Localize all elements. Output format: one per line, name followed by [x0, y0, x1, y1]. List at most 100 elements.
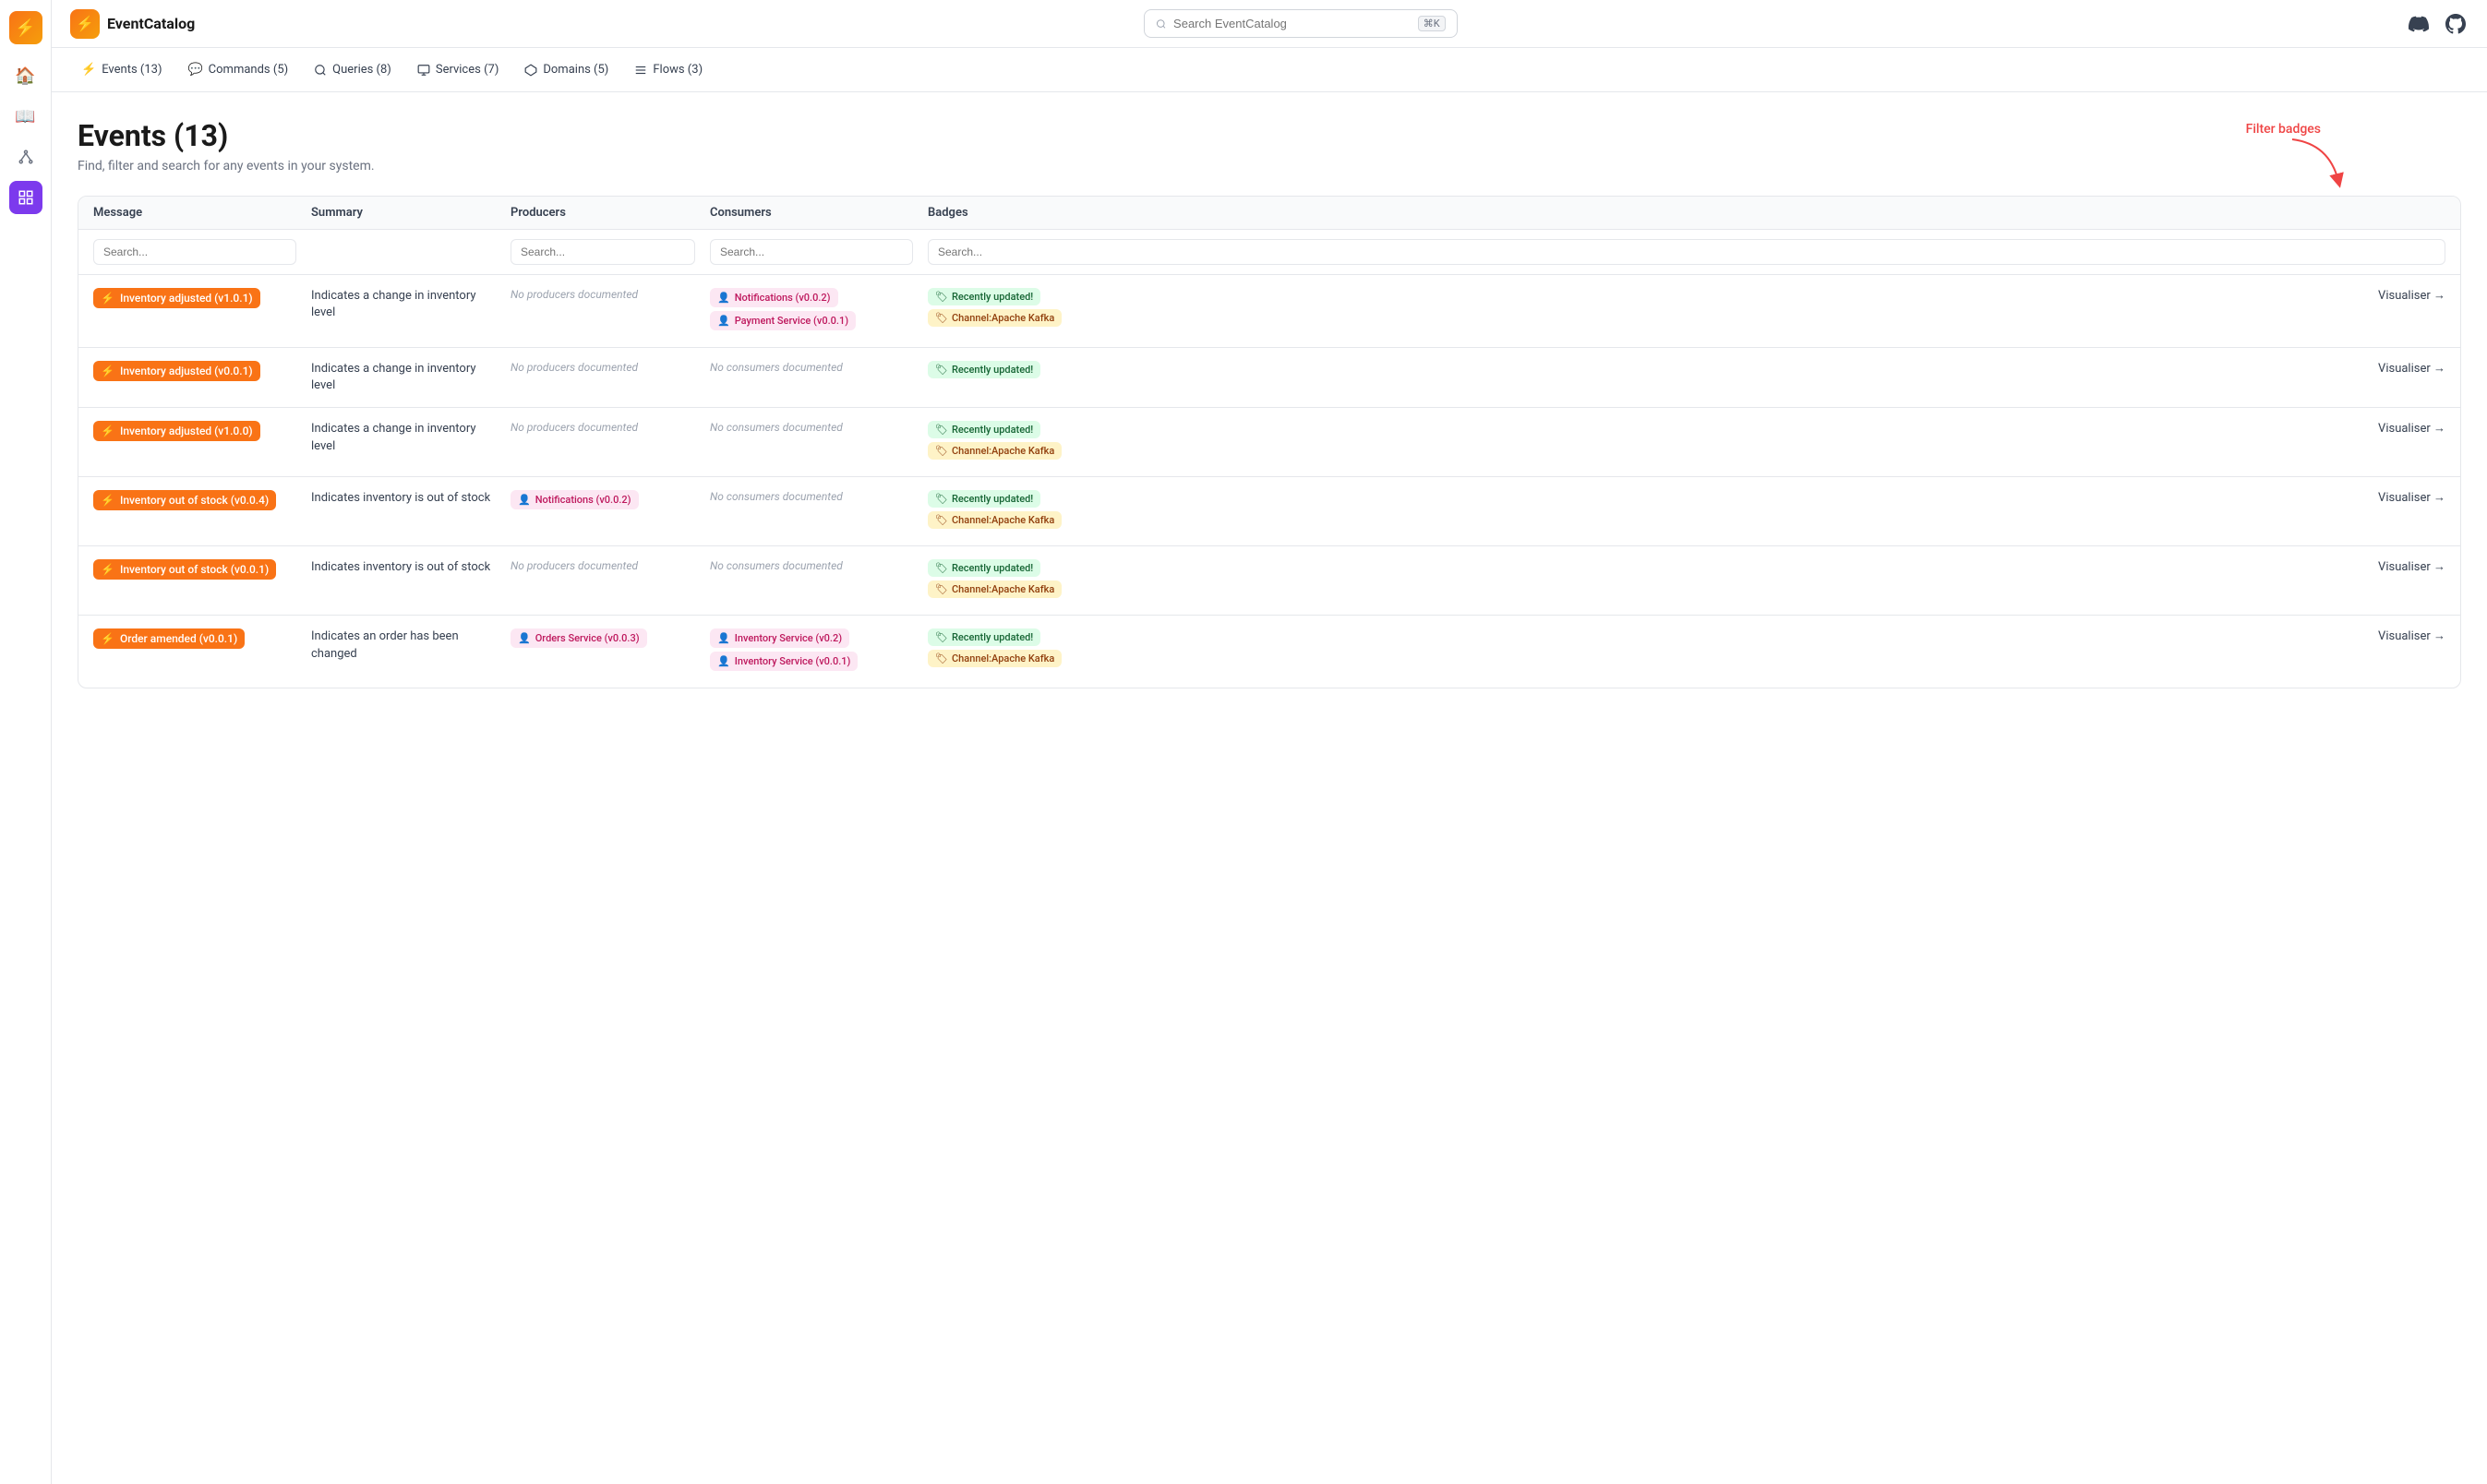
consumers-search-cell[interactable] — [710, 239, 913, 265]
tab-flows[interactable]: Flows (3) — [623, 57, 714, 82]
sidebar-item-home[interactable]: 🏠 — [9, 59, 42, 92]
tag-icon: 🏷 — [935, 364, 948, 376]
sidebar-item-nodes[interactable] — [9, 140, 42, 174]
sidebar-item-book[interactable]: 📖 — [9, 100, 42, 133]
badge-channel: 🏷 Channel:Apache Kafka — [928, 309, 1062, 327]
tag-icon: 🏷 — [935, 445, 948, 457]
badge-channel: 🏷 Channel:Apache Kafka — [928, 650, 1062, 667]
badge-recently-updated: 🏷 Recently updated! — [928, 559, 1040, 577]
event-badge[interactable]: ⚡ Inventory out of stock (v0.0.1) — [93, 559, 276, 580]
event-name: Inventory adjusted (v1.0.0) — [120, 425, 253, 437]
logo-area: ⚡ — [9, 11, 42, 44]
row-summary: Indicates a change in inventory level — [311, 421, 496, 454]
bolt-icon: ⚡ — [101, 494, 114, 507]
message-search-input[interactable] — [93, 239, 296, 265]
producer-badge[interactable]: 👤 Notifications (v0.0.2) — [511, 490, 639, 509]
row-consumers: No consumers documented — [710, 490, 913, 503]
table-row: ⚡ Inventory out of stock (v0.0.4) Indica… — [78, 477, 2460, 546]
consumer-name: Inventory Service (v0.2) — [735, 632, 842, 644]
search-icon — [1156, 18, 1166, 30]
tab-events[interactable]: ⚡ Events (13) — [70, 57, 173, 82]
search-input[interactable] — [1173, 17, 1411, 30]
consumer-badge[interactable]: 👤 Inventory Service (v0.0.1) — [710, 652, 858, 671]
tab-services-label: Services (7) — [436, 63, 499, 77]
github-icon[interactable] — [2443, 11, 2469, 37]
service-icon: 👤 — [717, 632, 730, 644]
no-producers: No producers documented — [511, 288, 638, 301]
tag-icon: 🏷 — [935, 652, 948, 664]
tab-domains-label: Domains (5) — [543, 63, 608, 77]
row-consumers: No consumers documented — [710, 421, 913, 434]
tag-icon: 🏷 — [935, 291, 948, 303]
badges-search-cell[interactable] — [928, 239, 2445, 265]
no-consumers: No consumers documented — [710, 361, 843, 374]
tag-icon: 🏷 — [935, 562, 948, 574]
col-consumers: Consumers — [710, 206, 913, 220]
row-summary: Indicates an order has been changed — [311, 628, 496, 662]
consumer-name: Payment Service (v0.0.1) — [735, 315, 848, 327]
event-badge[interactable]: ⚡ Inventory adjusted (v1.0.1) — [93, 288, 260, 308]
visualiser-link[interactable]: Visualiser → — [2378, 288, 2445, 303]
producers-search-cell[interactable] — [511, 239, 695, 265]
row-consumers: 👤 Inventory Service (v0.2) 👤 Inventory S… — [710, 628, 913, 675]
badges-search-input[interactable] — [928, 239, 2445, 265]
visualiser-link[interactable]: Visualiser → — [2378, 628, 2445, 643]
consumer-badge[interactable]: 👤 Payment Service (v0.0.1) — [710, 311, 856, 330]
tab-queries-label: Queries (8) — [332, 63, 391, 77]
badge-channel: 🏷 Channel:Apache Kafka — [928, 442, 1062, 460]
event-badge[interactable]: ⚡ Order amended (v0.0.1) — [93, 628, 245, 649]
visualiser-link[interactable]: Visualiser → — [2378, 490, 2445, 505]
row-badges-and-link: 🏷 Recently updated! 🏷 Channel:Apache Kaf… — [928, 559, 2445, 602]
sidebar-item-grid[interactable] — [9, 181, 42, 214]
event-badge[interactable]: ⚡ Inventory adjusted (v1.0.0) — [93, 421, 260, 441]
producers-search-input[interactable] — [511, 239, 695, 265]
producer-name: Notifications (v0.0.2) — [535, 494, 631, 506]
discord-icon[interactable] — [2406, 11, 2432, 37]
producer-badge[interactable]: 👤 Orders Service (v0.0.3) — [511, 628, 647, 648]
services-icon — [417, 64, 430, 77]
table-header: Message Summary Producers Consumers Badg… — [78, 197, 2460, 230]
visualiser-link[interactable]: Visualiser → — [2378, 559, 2445, 574]
page-title: Events (13) — [78, 118, 2461, 153]
row-consumers: 👤 Notifications (v0.0.2) 👤 Payment Servi… — [710, 288, 913, 334]
event-name: Inventory adjusted (v0.0.1) — [120, 365, 253, 377]
tab-commands-label: Commands (5) — [209, 63, 288, 77]
visualiser-link[interactable]: Visualiser → — [2378, 421, 2445, 436]
search-bar[interactable]: ⌘K — [1144, 9, 1458, 38]
badge-recently-updated: 🏷 Recently updated! — [928, 490, 1040, 508]
row-badges-and-link: 🏷 Recently updated! 🏷 Channel:Apache Kaf… — [928, 628, 2445, 671]
consumer-badge[interactable]: 👤 Notifications (v0.0.2) — [710, 288, 838, 307]
row-badges-and-link: 🏷 Recently updated! 🏷 Channel:Apache Kaf… — [928, 421, 2445, 463]
row-message: ⚡ Inventory adjusted (v0.0.1) — [93, 361, 296, 381]
visualiser-link[interactable]: Visualiser → — [2378, 361, 2445, 376]
consumer-badge[interactable]: 👤 Inventory Service (v0.2) — [710, 628, 849, 648]
event-badge[interactable]: ⚡ Inventory adjusted (v0.0.1) — [93, 361, 260, 381]
tab-domains[interactable]: Domains (5) — [513, 57, 619, 82]
bolt-icon: ⚡ — [101, 632, 114, 645]
main-content: ⚡ EventCatalog ⌘K ⚡ Events (13) — [52, 0, 2487, 1484]
events-table-wrapper: Message Summary Producers Consumers Badg… — [78, 196, 2461, 688]
tab-services[interactable]: Services (7) — [406, 57, 511, 82]
consumer-name: Notifications (v0.0.2) — [735, 292, 831, 304]
badge-recently-updated: 🏷 Recently updated! — [928, 628, 1040, 646]
nav-tabs: ⚡ Events (13) 💬 Commands (5) Queries (8)… — [52, 48, 2487, 92]
message-search-cell[interactable] — [93, 239, 296, 265]
col-summary: Summary — [311, 206, 496, 220]
row-badges-and-link: 🏷 Recently updated! 🏷 Channel:Apache Kaf… — [928, 288, 2445, 330]
tag-icon: 🏷 — [935, 424, 948, 436]
event-badge[interactable]: ⚡ Inventory out of stock (v0.0.4) — [93, 490, 276, 510]
consumer-name: Inventory Service (v0.0.1) — [735, 655, 851, 667]
page-subtitle: Find, filter and search for any events i… — [78, 159, 2461, 174]
filter-badges-annotation: Filter badges — [2246, 122, 2321, 137]
badge-channel: 🏷 Channel:Apache Kafka — [928, 511, 1062, 529]
badges-col: 🏷 Recently updated! 🏷 Channel:Apache Kaf… — [928, 628, 1062, 671]
consumers-search-input[interactable] — [710, 239, 913, 265]
tab-commands[interactable]: 💬 Commands (5) — [176, 57, 299, 82]
tab-queries[interactable]: Queries (8) — [303, 57, 402, 82]
logo: ⚡ EventCatalog — [70, 9, 195, 39]
row-producers: No producers documented — [511, 288, 695, 301]
queries-icon — [314, 64, 327, 77]
row-producers: No producers documented — [511, 559, 695, 572]
flows-icon — [634, 64, 647, 77]
badges-col: 🏷 Recently updated! 🏷 Channel:Apache Kaf… — [928, 559, 1062, 602]
